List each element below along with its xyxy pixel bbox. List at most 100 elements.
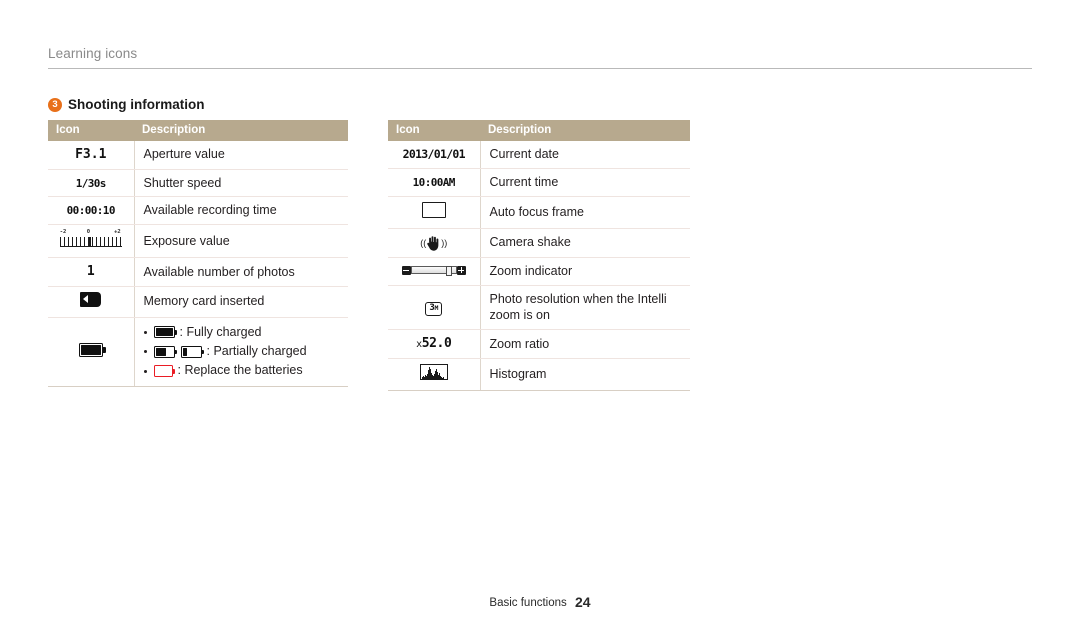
header-divider [48, 68, 1032, 69]
photo-resolution-icon: 3M [388, 285, 481, 331]
column-header-icon: Icon [388, 120, 480, 141]
table-header-row: Icon Description [48, 120, 348, 141]
row-description: Exposure value [134, 224, 348, 259]
row-description: Shutter speed [134, 169, 348, 198]
section-number-badge: 3 [48, 97, 62, 112]
shake-arc-right: )) [441, 237, 448, 248]
row-description: Zoom indicator [480, 257, 690, 286]
row-description: Aperture value [134, 141, 348, 170]
table-row: : Fully charged : Partially charged : Re… [48, 317, 348, 387]
shake-arc-left: (( [420, 237, 427, 248]
auto-focus-frame-icon [388, 196, 481, 229]
table-row: 1 Available number of photos [48, 257, 348, 287]
shutter-speed-icon: 1/30s [48, 169, 135, 198]
memory-card-icon [48, 286, 135, 318]
battery-states-list: : Fully charged : Partially charged : Re… [134, 317, 348, 387]
footer-chapter-label: Basic functions [489, 597, 567, 609]
page-footer: Basic functions 24 [0, 594, 1080, 610]
zoom-indicator-glyph [401, 264, 466, 277]
exposure-label-zero: 0 [86, 229, 91, 236]
aperture-value-icon: F3.1 [48, 141, 135, 170]
section-title-label: Shooting information [68, 97, 205, 112]
zoom-knob [445, 266, 452, 277]
table-row: 3M Photo resolution when the Intelli zoo… [388, 285, 690, 331]
row-description: Available number of photos [134, 257, 348, 287]
exposure-value-icon: -2 0 +2 [48, 224, 135, 259]
photo-count-text: 1 [86, 264, 95, 280]
table-row: 1/30s Shutter speed [48, 169, 348, 198]
zoom-track [410, 266, 457, 277]
histogram-icon [388, 358, 481, 391]
bullet-dot [143, 369, 147, 373]
table-header-row: Icon Description [388, 120, 690, 141]
list-item: : Replace the batteries [143, 361, 345, 380]
histogram-bars [421, 366, 444, 379]
battery-empty-icon [153, 365, 175, 378]
battery-full-glyph [78, 343, 106, 358]
zoom-indicator-icon [388, 257, 481, 286]
battery-full-label: : Fully charged [179, 324, 262, 339]
camera-shake-icon: (( )) [388, 228, 481, 258]
row-description: Photo resolution when the Intelli zoom i… [480, 285, 690, 331]
row-description: Zoom ratio [480, 329, 690, 359]
row-description: Memory card inserted [134, 286, 348, 318]
zoom-ratio-icon: x52.0 [388, 329, 481, 359]
table-row: Histogram [388, 358, 690, 391]
battery-icon [48, 317, 135, 387]
table-row: (( )) Camera shake [388, 228, 690, 258]
battery-one-third-icon [180, 345, 204, 358]
resolution-badge: 3M [425, 302, 443, 317]
battery-partial-label: : Partially charged [206, 343, 307, 358]
current-time-text: 10:00AM [412, 175, 456, 189]
exposure-label-minus: -2 [59, 229, 67, 236]
table-row: Memory card inserted [48, 286, 348, 318]
camera-shake-glyph: (( )) [420, 235, 447, 252]
shutter-speed-text: 1/30s [75, 176, 107, 190]
exposure-label-plus: +2 [114, 229, 121, 236]
row-description: Available recording time [134, 196, 348, 226]
row-description: Current time [480, 168, 690, 197]
exposure-scale-labels: -2 0 +2 [60, 229, 122, 236]
bullet-dot [143, 330, 147, 334]
bullet-dot [143, 350, 147, 354]
zoom-in-button-glyph [456, 265, 466, 275]
exposure-marker [88, 237, 91, 247]
table-row: F3.1 Aperture value [48, 141, 348, 170]
battery-full-icon [153, 326, 177, 339]
table-row: 10:00AM Current time [388, 168, 690, 197]
column-header-icon: Icon [48, 120, 134, 141]
page-running-head: Learning icons [48, 46, 1032, 69]
current-date-icon: 2013/01/01 [388, 141, 481, 169]
photo-count-icon: 1 [48, 257, 135, 287]
recording-time-text: 00:00:10 [66, 204, 116, 218]
table-row: Auto focus frame [388, 196, 690, 229]
table-row: Zoom indicator [388, 257, 690, 286]
column-header-description: Description [480, 120, 690, 141]
list-item: : Fully charged [143, 323, 345, 342]
row-description: Camera shake [480, 228, 690, 258]
table-row: 2013/01/01 Current date [388, 141, 690, 169]
table-row: x52.0 Zoom ratio [388, 329, 690, 359]
exposure-value-scale: -2 0 +2 [59, 229, 122, 248]
footer-page-number: 24 [574, 594, 591, 610]
shooting-info-table-left: Icon Description F3.1 Aperture value 1/3… [48, 120, 348, 387]
zoom-ratio-text: x52.0 [416, 336, 452, 352]
af-frame-glyph [421, 201, 446, 218]
hand-icon [427, 235, 439, 251]
row-description: Histogram [480, 358, 690, 391]
section-heading: 3 Shooting information [48, 97, 204, 112]
row-description: Current date [480, 141, 690, 169]
table-row: 00:00:10 Available recording time [48, 196, 348, 226]
shooting-info-table-right: Icon Description 2013/01/01 Current date… [388, 120, 690, 391]
table-row: -2 0 +2 Exposure value [48, 224, 348, 259]
battery-two-thirds-icon [153, 345, 177, 358]
zoom-out-button-glyph [401, 265, 411, 275]
battery-bullet-list: : Fully charged : Partially charged : Re… [143, 323, 345, 381]
histogram-glyph [419, 363, 448, 380]
battery-empty-label: : Replace the batteries [177, 363, 303, 378]
column-header-description: Description [134, 120, 348, 141]
running-head-title: Learning icons [48, 46, 138, 61]
row-description: Auto focus frame [480, 196, 690, 229]
memory-card-glyph [80, 291, 102, 307]
list-item: : Partially charged [143, 342, 345, 361]
